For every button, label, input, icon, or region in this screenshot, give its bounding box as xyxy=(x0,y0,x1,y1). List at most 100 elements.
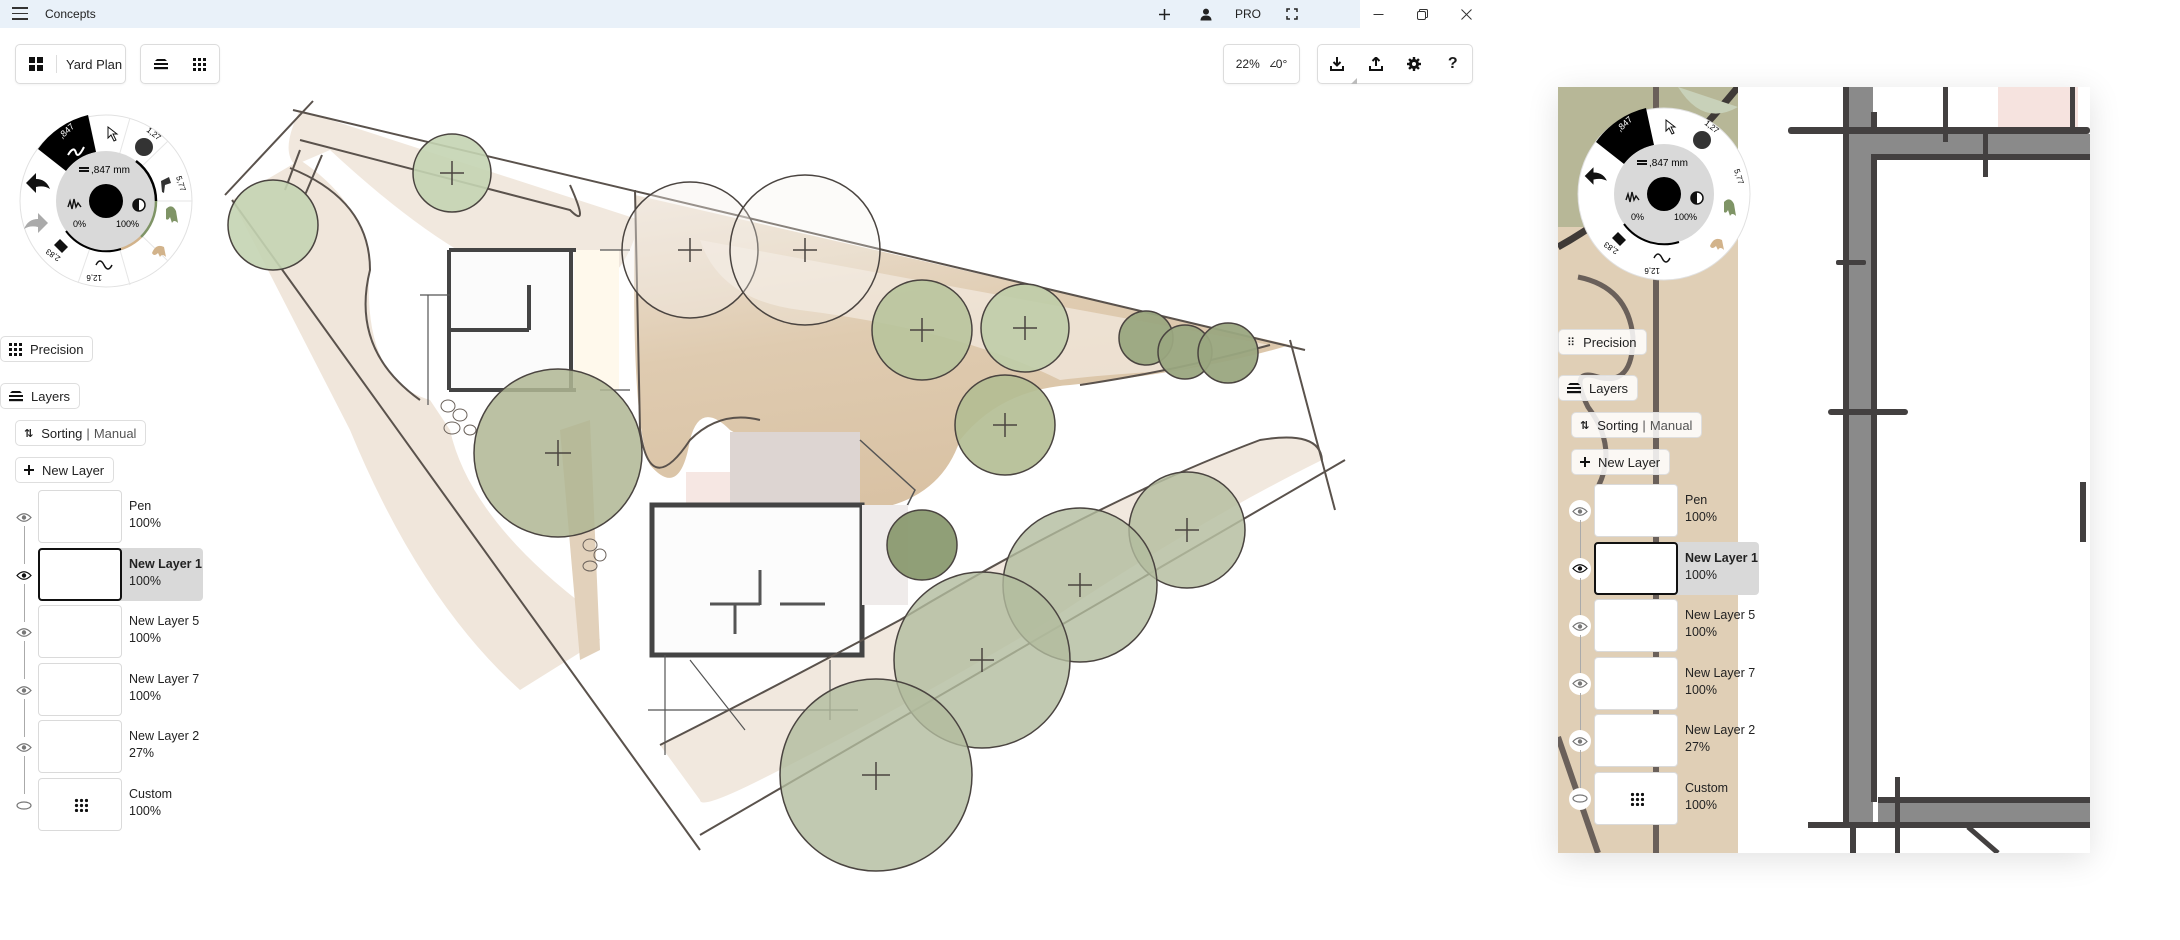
svg-text:0%: 0% xyxy=(1631,212,1644,222)
stroke-width-readout: ,847 mm xyxy=(91,165,130,176)
eye-icon[interactable] xyxy=(1569,730,1591,752)
layer-row[interactable]: New Layer 5 100% xyxy=(38,605,203,658)
eye-icon[interactable] xyxy=(16,510,32,522)
project-name[interactable]: Yard Plan xyxy=(57,57,122,72)
eye-icon[interactable] xyxy=(1569,672,1591,695)
gallery-button[interactable] xyxy=(16,45,56,83)
layer-opacity: 100% xyxy=(129,688,161,703)
pro-button[interactable]: PRO xyxy=(1235,4,1261,24)
svg-text:12,6: 12,6 xyxy=(1644,266,1660,275)
layer-thumbnail[interactable] xyxy=(1594,771,1678,825)
precision-toggle-button[interactable] xyxy=(180,45,219,83)
new-drawing-button[interactable] xyxy=(1154,4,1174,24)
layer-name: Pen xyxy=(129,499,152,513)
eye-icon[interactable] xyxy=(16,625,32,637)
layer-row[interactable]: New Layer 1 100% xyxy=(38,547,203,601)
layer-row[interactable]: New Layer 2 27% xyxy=(1594,714,1759,767)
preview-precision-button[interactable]: ⠿ Precision xyxy=(1558,329,1647,355)
layer-thumbnail[interactable] xyxy=(38,605,122,658)
layer-thumbnail[interactable] xyxy=(1594,714,1678,767)
layer-name: Pen xyxy=(1685,493,1708,507)
layer-thumbnail[interactable] xyxy=(38,662,122,716)
eye-icon[interactable] xyxy=(16,740,32,752)
layer-row[interactable]: New Layer 7 100% xyxy=(38,662,203,716)
layer-name: New Layer 7 xyxy=(129,671,200,686)
layers-icon xyxy=(9,390,23,402)
layer-row[interactable]: Pen 100% xyxy=(1594,484,1759,537)
smoothing-label: 12,6 xyxy=(86,273,102,282)
account-button[interactable] xyxy=(1196,4,1216,24)
layer-thumbnail[interactable] xyxy=(38,547,122,601)
house-main xyxy=(652,505,862,655)
eye-icon[interactable] xyxy=(1569,557,1591,580)
minimize-button[interactable] xyxy=(1358,3,1398,25)
house-annex xyxy=(686,472,730,504)
layer-thumbnail[interactable] xyxy=(1594,599,1678,652)
zoom-rotation-pill[interactable]: 22% 0° xyxy=(1223,44,1300,84)
layers-toggle-button[interactable] xyxy=(141,45,180,83)
fullscreen-button[interactable] xyxy=(1282,4,1302,24)
layers-button[interactable]: Layers xyxy=(0,383,81,409)
layer-thumbnail[interactable] xyxy=(38,777,122,831)
eye-icon[interactable] xyxy=(16,683,32,695)
eye-icon[interactable] xyxy=(1569,615,1591,637)
layer-row[interactable]: New Layer 7 100% xyxy=(1594,656,1759,710)
layer-row[interactable]: New Layer 5 100% xyxy=(1594,599,1759,652)
zoom-level: 22% xyxy=(1235,57,1260,71)
dot-grid-icon xyxy=(193,57,206,71)
settings-button[interactable] xyxy=(1396,46,1432,82)
close-button[interactable] xyxy=(1446,3,1486,25)
layer-thumbnail[interactable] xyxy=(38,720,122,773)
help-icon: ? xyxy=(1447,55,1458,72)
restore-button[interactable] xyxy=(1402,3,1442,25)
preview-new-layer-button[interactable]: New Layer xyxy=(1571,449,1671,475)
layer-name: Custom xyxy=(129,786,173,801)
layer-row[interactable]: New Layer 2 27% xyxy=(38,720,203,773)
tool-wheel[interactable]: ,847 1,27 5,77 12,6 2,83 ,847 mm 0% 100% xyxy=(18,113,194,289)
layers-icon xyxy=(1567,382,1581,394)
share-button[interactable] xyxy=(1358,46,1394,82)
fullscreen-icon xyxy=(1286,8,1298,20)
layer-connector xyxy=(1580,750,1581,788)
import-button[interactable] xyxy=(1319,46,1358,84)
layer-connector xyxy=(1580,520,1581,558)
plus-icon xyxy=(1158,8,1170,20)
layer-name: New Layer 1 xyxy=(129,556,202,571)
dot-grid-icon: ⠿ xyxy=(1567,336,1576,349)
layer-name: New Layer 1 xyxy=(1685,550,1758,565)
tree xyxy=(227,179,319,271)
layers-icon xyxy=(153,59,168,70)
color-preview[interactable] xyxy=(89,184,123,218)
precision-button[interactable]: Precision xyxy=(0,336,94,362)
help-button[interactable]: ? xyxy=(1435,46,1471,82)
layer-opacity: 100% xyxy=(1685,510,1717,524)
menu-icon[interactable] xyxy=(12,7,28,21)
drawing-canvas[interactable] xyxy=(0,28,1550,940)
eye-hidden-icon[interactable] xyxy=(1569,787,1591,810)
layer-connector xyxy=(24,641,25,679)
preview-sorting-button[interactable]: ⇅ Sorting | Manual xyxy=(1571,412,1703,438)
eye-icon[interactable] xyxy=(16,568,32,580)
new-layer-button[interactable]: New Layer xyxy=(15,457,115,483)
layer-thumbnail[interactable] xyxy=(1594,541,1678,595)
shrub xyxy=(886,509,958,581)
layer-opacity: 100% xyxy=(1685,797,1717,812)
layer-name: New Layer 5 xyxy=(1685,608,1756,622)
layer-row[interactable]: Pen 100% xyxy=(38,490,203,543)
gallery-pill: Yard Plan xyxy=(15,44,126,84)
layer-row[interactable]: Custom 100% xyxy=(38,777,203,831)
eye-hidden-icon[interactable] xyxy=(16,798,32,810)
layer-row[interactable]: Custom 100% xyxy=(1594,771,1759,825)
layer-thumbnail[interactable] xyxy=(1594,656,1678,710)
sorting-button[interactable]: ⇅ Sorting | Manual xyxy=(15,420,147,446)
dot-grid-icon xyxy=(74,797,88,812)
layer-thumbnail[interactable] xyxy=(38,490,122,543)
grid-icon xyxy=(29,57,43,71)
layer-thumbnail[interactable] xyxy=(1594,484,1678,537)
eye-icon[interactable] xyxy=(1569,500,1591,522)
opacity-icon[interactable] xyxy=(132,198,146,212)
brush-slot-icon[interactable] xyxy=(135,138,153,156)
preview-layers-button[interactable]: Layers xyxy=(1558,375,1639,401)
layer-opacity: 27% xyxy=(1685,740,1711,754)
layer-row[interactable]: New Layer 1 100% xyxy=(1594,541,1759,595)
